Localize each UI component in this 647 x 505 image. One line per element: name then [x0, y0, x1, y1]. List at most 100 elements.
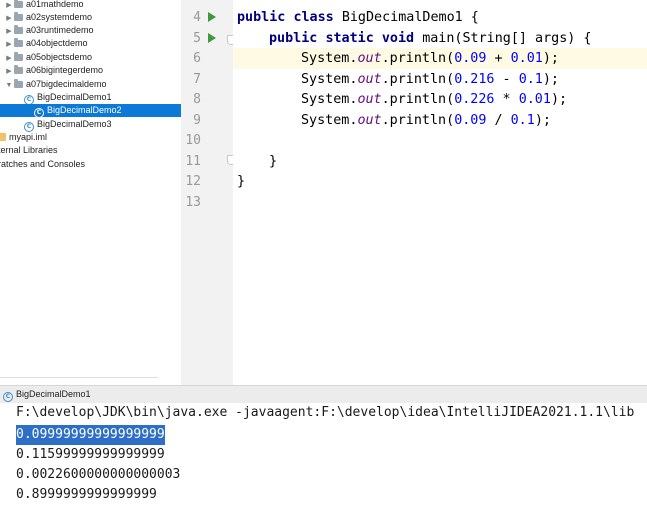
package-icon [14, 52, 23, 61]
line-number: 13 [185, 195, 201, 210]
code-token: System. [301, 92, 358, 107]
line-number: 6 [193, 51, 201, 66]
number-literal: 0.09 [454, 113, 487, 128]
tree-item-label: ratches and Consoles [0, 159, 86, 169]
package-icon [14, 79, 23, 88]
tree-item-scratches[interactable]: ratches and Consoles [0, 158, 85, 171]
keyword: class [293, 10, 334, 25]
tree-item-label: a02systemdemo [26, 12, 93, 22]
chevron-right-icon[interactable]: ▶ [4, 65, 14, 78]
number-literal: 0.226 [454, 92, 495, 107]
package-icon [14, 65, 23, 74]
tree-item-label: ternal Libraries [0, 145, 58, 155]
run-console[interactable]: F:\develop\JDK\bin\java.exe -javaagent:F… [0, 403, 647, 503]
console-command-line: F:\develop\JDK\bin\java.exe -javaagent:F… [16, 405, 635, 420]
run-tool-window-header: C BigDecimalDemo1 [0, 385, 647, 403]
operator: + [486, 51, 511, 66]
tree-item-label: a06bigintegerdemo [26, 65, 104, 75]
tree-item-label: BigDecimalDemo1 [37, 92, 112, 102]
tree-item-a03runtimedemo[interactable]: ▶ a03runtimedemo [4, 24, 94, 37]
tree-item-bigdecimaldemo1[interactable]: C BigDecimalDemo1 [24, 91, 112, 105]
tree-item-label: a04objectdemo [26, 38, 88, 48]
line-number: 7 [193, 72, 201, 87]
code-editor[interactable]: public class BigDecimalDemo1 { public st… [233, 0, 647, 385]
number-literal: 0.216 [454, 72, 495, 87]
tree-item-a01mathdemo[interactable]: ▶ a01mathdemo [4, 0, 84, 11]
operator: * [494, 92, 519, 107]
console-output-line[interactable]: 0.0022600000000000003 [16, 465, 180, 485]
code-token: ); [534, 113, 551, 128]
line-number: 11 [185, 154, 201, 169]
tree-item-label: a01mathdemo [26, 0, 84, 9]
code-token: .println( [381, 92, 455, 107]
line-number: 4 [193, 10, 201, 25]
tree-item-label: a05objectsdemo [26, 52, 93, 62]
number-literal: 0.1 [518, 72, 543, 87]
tree-item-a02systemdemo[interactable]: ▶ a02systemdemo [4, 11, 92, 24]
operator: / [486, 113, 511, 128]
keyword: public [269, 31, 318, 46]
console-output-line[interactable]: 0.11599999999999999 [16, 445, 165, 465]
code-line[interactable]: System.out.println(0.226 * 0.01); [301, 89, 567, 110]
chevron-right-icon[interactable]: ▶ [4, 38, 14, 51]
code-line[interactable]: public class BigDecimalDemo1 { [237, 7, 479, 28]
line-number: 10 [185, 133, 201, 148]
number-literal: 0.01 [510, 51, 543, 66]
tree-item-label: BigDecimalDemo3 [37, 119, 112, 129]
run-tab[interactable]: C BigDecimalDemo1 [0, 386, 97, 403]
tree-item-label: a03runtimedemo [26, 25, 94, 35]
code-token: ); [550, 92, 568, 107]
tree-item-a04objectdemo[interactable]: ▶ a04objectdemo [4, 37, 88, 50]
run-tab-label: BigDecimalDemo1 [16, 389, 91, 399]
line-number: 12 [185, 174, 201, 189]
code-token: .println( [381, 113, 455, 128]
code-token: ); [542, 51, 559, 66]
code-line[interactable]: System.out.println(0.09 / 0.1); [301, 110, 551, 131]
divider [0, 377, 158, 378]
code-token: .println( [381, 72, 455, 87]
number-literal: 0.09 [454, 51, 487, 66]
tree-item-label: BigDecimalDemo2 [47, 105, 122, 115]
operator: - [494, 72, 519, 87]
tree-item-label: myapi.iml [9, 132, 48, 142]
static-field: out [357, 92, 382, 107]
project-tree: ▶ a01mathdemo ▶ a02systemdemo ▶ a03runtimed… [0, 0, 181, 385]
code-line[interactable]: System.out.println(0.216 - 0.1); [301, 69, 559, 90]
code-line[interactable]: public static void main(String[] args) { [269, 28, 592, 49]
line-number: 5 [193, 31, 201, 46]
code-line[interactable]: System.out.println(0.09 + 0.01); [301, 48, 559, 69]
code-token: ); [542, 72, 559, 87]
tree-item-a07bigdecimaldemo[interactable]: ▼ a07bigdecimaldemo [4, 78, 107, 91]
code-line[interactable]: } [237, 171, 245, 192]
line-number: 9 [193, 113, 201, 128]
console-output-line[interactable]: 0.8999999999999999 [16, 485, 157, 505]
number-literal: 0.01 [518, 92, 551, 107]
code-token: .println( [381, 51, 455, 66]
tree-item-bigdecimaldemo2[interactable]: C BigDecimalDemo2 [0, 104, 181, 118]
run-icon[interactable] [208, 12, 216, 22]
java-class-icon: C [34, 108, 44, 118]
console-output-line[interactable]: 0.09999999999999999 [16, 425, 165, 445]
tree-item-module-file[interactable]: myapi.iml [0, 131, 47, 144]
tree-item-bigdecimaldemo3[interactable]: C BigDecimalDemo3 [24, 118, 112, 132]
code-token: System. [301, 72, 358, 87]
chevron-down-icon[interactable]: ▼ [4, 79, 14, 92]
tree-item-external-libraries[interactable]: ternal Libraries [0, 144, 58, 157]
keyword: static [325, 31, 374, 46]
tree-item-a05objectsdemo[interactable]: ▶ a05objectsdemo [4, 51, 92, 64]
static-field: out [357, 113, 382, 128]
package-icon [14, 25, 23, 34]
method-signature: main(String[] args) { [422, 31, 592, 46]
code-token: System. [301, 113, 358, 128]
static-field: out [357, 72, 382, 87]
number-literal: 0.1 [510, 113, 535, 128]
code-token: System. [301, 51, 358, 66]
keyword: public [237, 10, 286, 25]
package-icon [14, 38, 23, 47]
line-number: 8 [193, 92, 201, 107]
static-field: out [357, 51, 382, 66]
keyword: void [381, 31, 415, 46]
tree-item-a06bigintegerdemo[interactable]: ▶ a06bigintegerdemo [4, 64, 103, 77]
run-icon[interactable] [208, 33, 216, 43]
code-line[interactable]: } [269, 151, 277, 172]
